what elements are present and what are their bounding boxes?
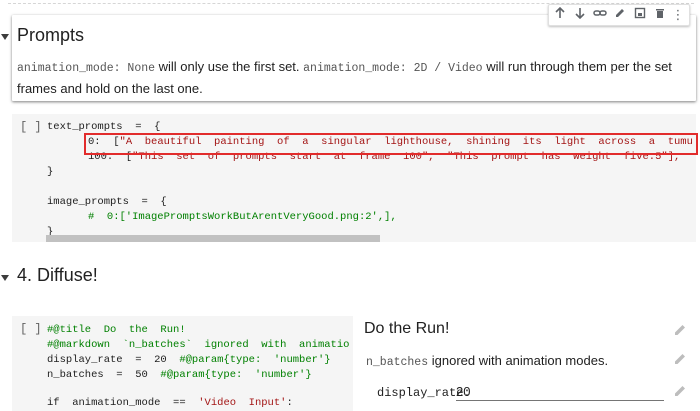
edit-pencil-icon[interactable] bbox=[673, 384, 687, 398]
mirror-cell-icon[interactable] bbox=[632, 7, 648, 23]
code-comment: #@markdown `n_batches` ignored with anim… bbox=[47, 339, 349, 351]
code-line: image_prompts = { bbox=[47, 196, 167, 208]
inline-code: animation_mode: 2D / Video bbox=[303, 62, 483, 75]
description-text: will only use the first set. bbox=[155, 59, 304, 74]
code-string: 'Video Input' bbox=[198, 397, 287, 409]
cell-toolbar: ⋮ bbox=[548, 4, 690, 26]
highlight-box bbox=[84, 133, 698, 155]
run-cell-button[interactable]: [ ] bbox=[20, 120, 42, 134]
link-icon[interactable] bbox=[592, 7, 608, 23]
delete-trash-icon[interactable] bbox=[652, 7, 668, 23]
code-line: } bbox=[47, 166, 54, 178]
code-text: n_batches = 50 bbox=[47, 369, 161, 381]
code-line: n_batches = 50 #@param{type: 'number'} bbox=[47, 369, 312, 381]
code-comment: # 0:['ImagePromptsWorkButArentVeryGood.p… bbox=[88, 211, 397, 223]
run-cell-button[interactable]: [ ] bbox=[20, 322, 42, 336]
inline-code: n_batches bbox=[366, 356, 429, 369]
edit-pencil-icon[interactable] bbox=[612, 7, 628, 23]
form-markdown-note: n_batches ignored with animation modes. bbox=[366, 353, 608, 369]
code-comment: #@param{type: 'number'} bbox=[160, 369, 312, 381]
horizontal-scrollbar-thumb[interactable] bbox=[46, 235, 380, 242]
form-title: Do the Run! bbox=[364, 320, 450, 337]
display-rate-input[interactable] bbox=[456, 382, 664, 401]
collapse-caret-icon[interactable] bbox=[1, 34, 9, 40]
note-text: ignored with animation modes. bbox=[428, 353, 609, 368]
code-line: text_prompts = { bbox=[47, 121, 161, 133]
code-comment: #@param{type: 'number'} bbox=[179, 354, 331, 366]
edit-pencil-icon[interactable] bbox=[673, 352, 687, 366]
prompts-description: animation_mode: None will only use the f… bbox=[17, 57, 692, 99]
code-line: if animation_mode == 'Video Input': bbox=[47, 397, 293, 409]
code-text: display_rate = 20 bbox=[47, 354, 180, 366]
code-text: if animation_mode == bbox=[47, 397, 199, 409]
code-comment: #@title Do the Run! bbox=[47, 324, 186, 336]
code-text: : bbox=[286, 397, 293, 409]
section-heading-diffuse: 4. Diffuse! bbox=[17, 265, 98, 285]
move-down-icon[interactable] bbox=[572, 7, 588, 23]
section-heading-prompts: Prompts bbox=[17, 25, 85, 45]
code-line: display_rate = 20 #@param{type: 'number'… bbox=[47, 354, 331, 366]
collapse-caret-icon[interactable] bbox=[1, 275, 9, 281]
more-options-icon[interactable]: ⋮ bbox=[670, 7, 686, 23]
move-up-icon[interactable] bbox=[552, 6, 568, 23]
inline-code: animation_mode: None bbox=[17, 62, 156, 75]
edit-pencil-icon[interactable] bbox=[673, 323, 687, 337]
